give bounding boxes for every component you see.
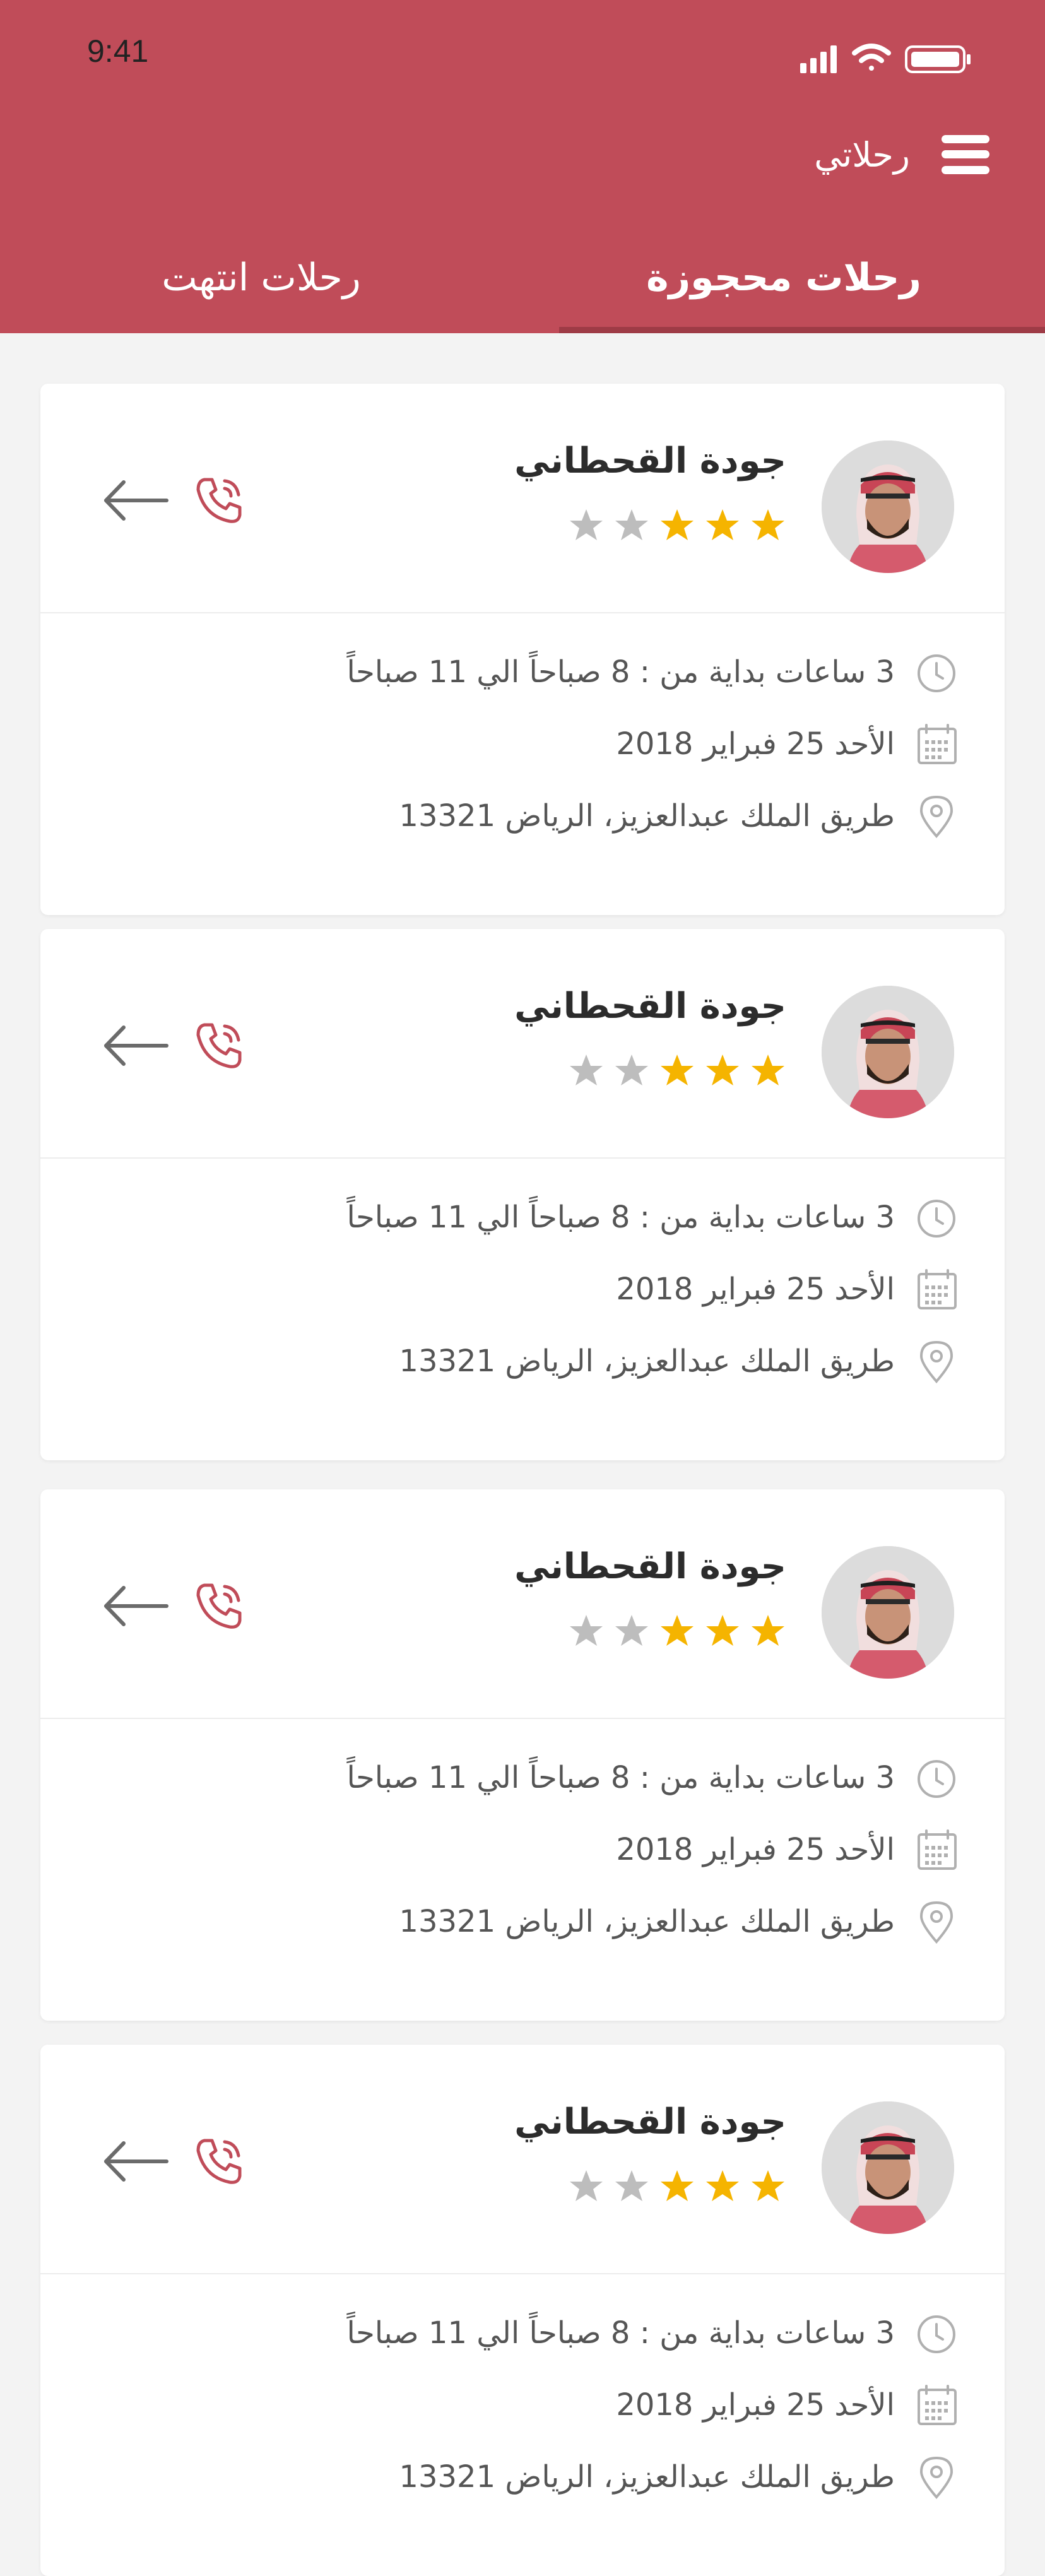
phone-call-icon[interactable]	[192, 1017, 249, 1074]
status-time: 9:41	[87, 33, 149, 69]
star-filled-icon	[661, 2170, 694, 2201]
app-header: 9:41 رحلاتي رحلات محجوزة رحلات انتهت	[0, 0, 1045, 333]
star-filled-icon	[752, 509, 784, 540]
clock-icon	[918, 1760, 955, 1798]
phone-call-icon[interactable]	[192, 472, 249, 529]
star-filled-icon	[752, 1615, 784, 1646]
trip-date: الأحد 25 فبراير 2018	[616, 726, 895, 762]
star-filled-icon	[661, 1615, 694, 1646]
location-pin-icon	[919, 1340, 953, 1384]
tab-finished-trips[interactable]: رحلات انتهت	[0, 227, 522, 328]
trip-location-row: طريق الملك عبدالعزيز، الرياض 13321	[399, 788, 960, 844]
trip-time-row: 3 ساعات بداية من : 8 صباحاً الي 11 صباحا…	[347, 1189, 961, 1246]
calendar-icon	[918, 724, 957, 764]
tab-bar: رحلات محجوزة رحلات انتهت	[0, 227, 1045, 333]
trip-time-row: 3 ساعات بداية من : 8 صباحاً الي 11 صباحا…	[347, 644, 961, 700]
location-pin-icon	[919, 795, 953, 839]
trip-card[interactable]: جودة القحطاني 3 ساعات بداية من: 8 صباحا…	[40, 2045, 1005, 2576]
star-filled-icon	[752, 2170, 784, 2201]
star-empty-icon	[570, 509, 603, 540]
trip-time-row: 3 ساعات بداية من : 8 صباحاً الي 11 صباحا…	[347, 2305, 961, 2361]
trip-card-header: جودة القحطاني	[40, 929, 1005, 1159]
trip-card[interactable]: جودة القحطاني 3 ساعات بداية من: 8 صباحا…	[40, 929, 1005, 1460]
phone-call-icon[interactable]	[192, 2133, 249, 2190]
trip-duration: 3 ساعات بداية من : 8 صباحاً الي 11 صباحا…	[346, 654, 895, 690]
star-filled-icon	[706, 1615, 739, 1646]
trip-card[interactable]: جودة القحطاني 3 ساعات بداية من: 8 صباحا…	[40, 1489, 1005, 2021]
arrow-left-icon[interactable]	[101, 2138, 170, 2185]
menu-icon[interactable]	[942, 135, 989, 174]
star-filled-icon	[706, 1055, 739, 1085]
status-icons	[800, 44, 971, 73]
star-empty-icon	[570, 2170, 603, 2201]
tab-booked-trips[interactable]: رحلات محجوزة	[522, 227, 1045, 328]
trip-location-row: طريق الملك عبدالعزيز، الرياض 13321	[399, 1333, 960, 1390]
driver-avatar	[822, 986, 954, 1118]
trip-date: الأحد 25 فبراير 2018	[616, 2387, 895, 2423]
driver-avatar	[822, 1546, 954, 1679]
driver-avatar	[822, 440, 954, 573]
trip-duration: 3 ساعات بداية من : 8 صباحاً الي 11 صباحا…	[346, 1760, 895, 1795]
driver-avatar	[822, 2101, 954, 2234]
clock-icon	[918, 2315, 955, 2353]
battery-icon	[905, 45, 971, 73]
title-row: رحلاتي	[814, 126, 989, 183]
driver-name: جودة القحطاني	[514, 2101, 786, 2142]
active-tab-indicator	[559, 327, 1045, 333]
star-filled-icon	[706, 2170, 739, 2201]
trip-card-header: جودة القحطاني	[40, 384, 1005, 613]
calendar-icon	[918, 1269, 957, 1309]
location-pin-icon	[919, 2456, 953, 2500]
arrow-left-icon[interactable]	[101, 477, 170, 524]
phone-call-icon[interactable]	[192, 1578, 249, 1634]
arrow-left-icon[interactable]	[101, 1022, 170, 1069]
star-empty-icon	[615, 1615, 648, 1646]
trip-address: طريق الملك عبدالعزيز، الرياض 13321	[399, 2459, 895, 2495]
page-title: رحلاتي	[814, 134, 910, 175]
trip-duration: 3 ساعات بداية من : 8 صباحاً الي 11 صباحا…	[346, 2315, 895, 2351]
trip-location-row: طريق الملك عبدالعزيز، الرياض 13321	[399, 2449, 960, 2505]
trip-date-row: الأحد 25 فبراير 2018	[616, 1261, 960, 1318]
driver-rating	[568, 2168, 786, 2205]
star-empty-icon	[615, 2170, 648, 2201]
star-empty-icon	[570, 1055, 603, 1085]
trip-time-row: 3 ساعات بداية من : 8 صباحاً الي 11 صباحا…	[347, 1749, 961, 1806]
trip-date-row: الأحد 25 فبراير 2018	[616, 1821, 960, 1878]
wifi-icon	[852, 44, 891, 71]
star-filled-icon	[752, 1055, 784, 1085]
calendar-icon	[918, 1829, 957, 1870]
clock-icon	[918, 654, 955, 692]
trip-date-row: الأحد 25 فبراير 2018	[616, 2377, 960, 2433]
signal-icon	[800, 45, 837, 73]
trip-location-row: طريق الملك عبدالعزيز، الرياض 13321	[399, 1893, 960, 1950]
trip-date: الأحد 25 فبراير 2018	[616, 1272, 895, 1307]
trip-card[interactable]: جودة القحطاني 3 ساعات بداية من: 8 صباحا…	[40, 384, 1005, 915]
trip-address: طريق الملك عبدالعزيز، الرياض 13321	[399, 1344, 895, 1379]
driver-rating	[568, 507, 786, 544]
driver-name: جودة القحطاني	[514, 440, 786, 482]
star-filled-icon	[706, 509, 739, 540]
location-pin-icon	[919, 1901, 953, 1944]
trip-date: الأحد 25 فبراير 2018	[616, 1832, 895, 1867]
driver-rating	[568, 1053, 786, 1089]
star-filled-icon	[661, 1055, 694, 1085]
trip-card-header: جودة القحطاني	[40, 2045, 1005, 2274]
trip-address: طريق الملك عبدالعزيز، الرياض 13321	[399, 1904, 895, 1939]
trip-address: طريق الملك عبدالعزيز، الرياض 13321	[399, 798, 895, 834]
trip-duration: 3 ساعات بداية من : 8 صباحاً الي 11 صباحا…	[346, 1200, 895, 1235]
driver-name: جودة القحطاني	[514, 1546, 786, 1587]
star-filled-icon	[661, 509, 694, 540]
trip-date-row: الأحد 25 فبراير 2018	[616, 716, 960, 772]
clock-icon	[918, 1200, 955, 1238]
star-empty-icon	[570, 1615, 603, 1646]
trip-card-header: جودة القحطاني	[40, 1489, 1005, 1719]
arrow-left-icon[interactable]	[101, 1583, 170, 1629]
star-empty-icon	[615, 509, 648, 540]
calendar-icon	[918, 2385, 957, 2425]
driver-rating	[568, 1613, 786, 1650]
driver-name: جودة القحطاني	[514, 986, 786, 1027]
star-empty-icon	[615, 1055, 648, 1085]
